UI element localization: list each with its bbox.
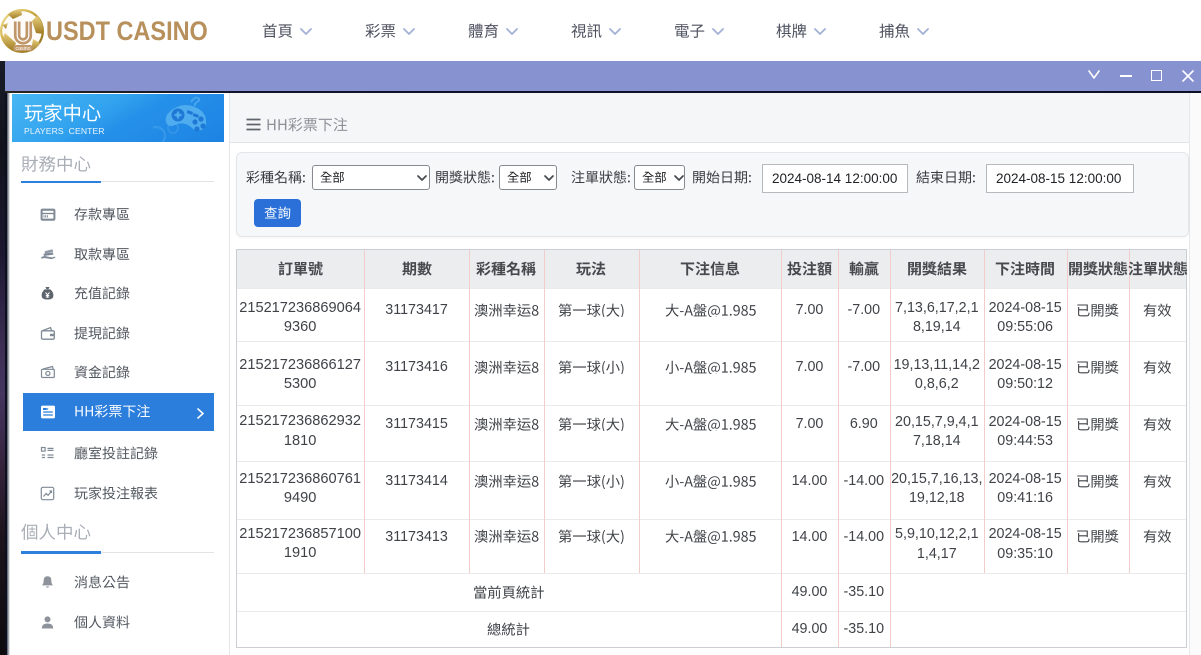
svg-text:casino: casino (16, 46, 31, 52)
